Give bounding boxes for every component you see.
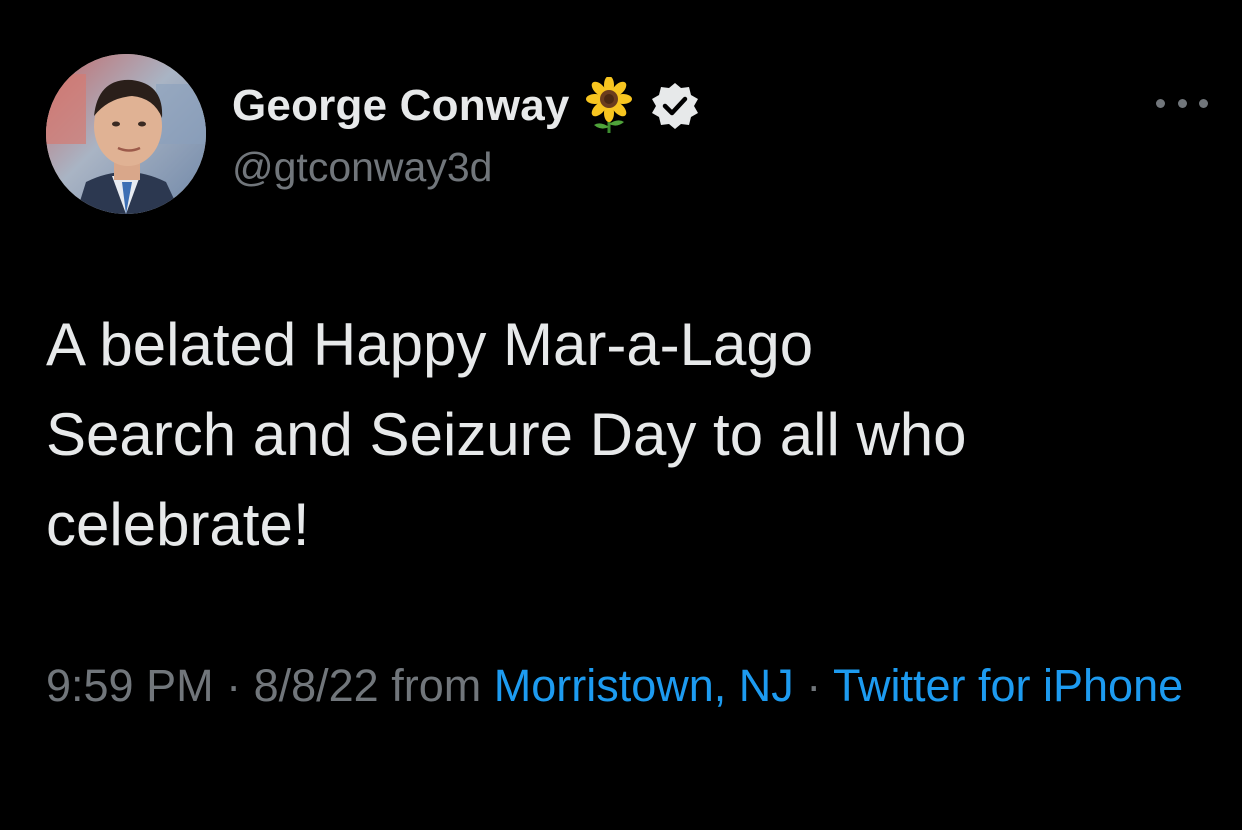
- meta-separator: ·: [793, 660, 833, 711]
- more-dot: [1177, 98, 1187, 108]
- more-options-icon[interactable]: [1156, 88, 1208, 118]
- location-link[interactable]: Morristown, NJ: [494, 660, 794, 711]
- tweet-date[interactable]: 8/8/22: [254, 660, 379, 711]
- sunflower-icon: [580, 76, 638, 135]
- avatar[interactable]: [46, 54, 206, 214]
- tweet-card: George Conway @gtconway3d A belated Happ…: [0, 0, 1242, 830]
- tweet-metadata: 9:59 PM · 8/8/22 from Morristown, NJ · T…: [46, 652, 1216, 720]
- more-dot: [1199, 98, 1208, 108]
- author-handle[interactable]: @gtconway3d: [232, 144, 492, 191]
- from-label: from: [378, 660, 494, 711]
- source-link[interactable]: Twitter for iPhone: [833, 660, 1183, 711]
- more-dot: [1156, 98, 1165, 108]
- tweet-text: A belated Happy Mar-a-Lago Search and Se…: [46, 311, 967, 558]
- avatar-photo: [46, 54, 206, 214]
- author-name-row: George Conway: [232, 76, 700, 136]
- display-name[interactable]: George Conway: [232, 81, 570, 131]
- meta-separator: ·: [213, 660, 254, 711]
- tweet-time[interactable]: 9:59 PM: [46, 660, 214, 711]
- verified-badge-icon[interactable]: [650, 81, 700, 131]
